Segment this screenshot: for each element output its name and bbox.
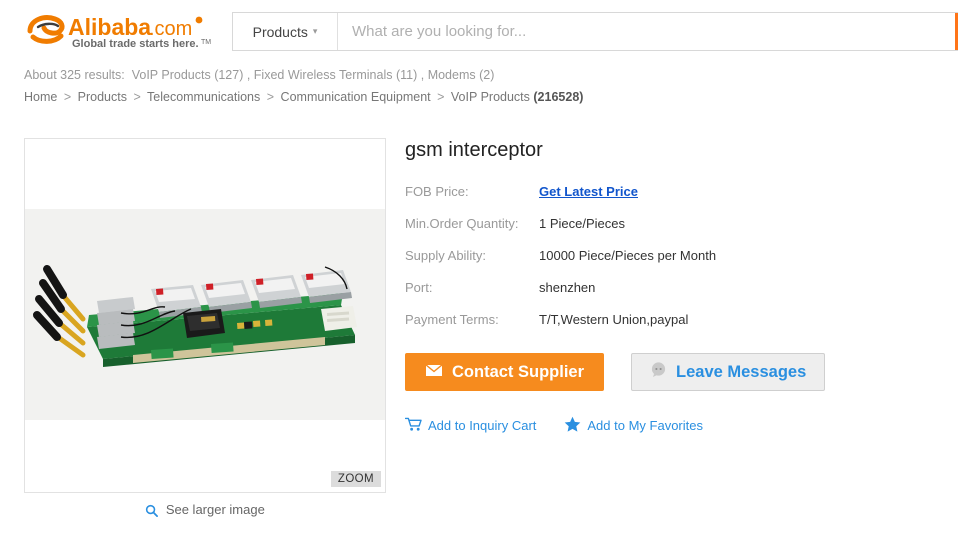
secondary-links: Add to Inquiry Cart Add to My Favorites: [404, 416, 945, 435]
breadcrumb: Home > Products > Telecommunications > C…: [24, 90, 583, 104]
site-header: Alibaba .com Global trade starts here. T…: [0, 0, 958, 62]
envelope-icon: [425, 363, 443, 382]
spec-value: shenzhen: [539, 280, 596, 295]
svg-text:TM: TM: [201, 39, 211, 46]
contact-supplier-button[interactable]: Contact Supplier: [405, 353, 605, 391]
chat-bubble-icon: [650, 361, 667, 383]
zoom-badge[interactable]: ZOOM: [330, 471, 381, 487]
product-image-frame[interactable]: runlon.en.alibaba.com ZOOM: [24, 138, 386, 493]
breadcrumb-item-products[interactable]: Products: [78, 90, 127, 104]
spec-label: Payment Terms:: [405, 312, 499, 327]
category-dropdown[interactable]: Products ▾: [233, 13, 338, 50]
results-category-link-1[interactable]: Fixed Wireless Terminals (11): [254, 68, 417, 82]
add-to-inquiry-cart-link[interactable]: Add to Inquiry Cart: [404, 417, 537, 435]
search-input[interactable]: [338, 13, 955, 50]
leave-messages-button[interactable]: Leave Messages: [631, 353, 826, 391]
product-photo: runlon.en.alibaba.com: [25, 209, 385, 420]
alibaba-logo[interactable]: Alibaba .com Global trade starts here. T…: [24, 11, 224, 51]
spec-label: Min.Order Quantity:: [405, 216, 519, 231]
spec-value: 1 Piece/Pieces: [539, 216, 625, 231]
results-category-link-2[interactable]: Modems (2): [428, 68, 495, 82]
spec-row-min-order-quantity: Min.Order Quantity: 1 Piece/Pieces: [405, 216, 945, 231]
results-prefix: About 325 results:: [24, 68, 125, 82]
breadcrumb-count: (216528): [533, 90, 584, 104]
contact-supplier-label: Contact Supplier: [452, 362, 585, 381]
results-summary: About 325 results: VoIP Products (127) ,…: [24, 68, 494, 82]
see-larger-image-label: See larger image: [165, 502, 265, 517]
breadcrumb-item-communication-equipment[interactable]: Communication Equipment: [281, 90, 431, 104]
add-to-favorites-label: Add to My Favorites: [587, 418, 703, 433]
svg-text:.com: .com: [149, 18, 192, 40]
breadcrumb-separator: >: [63, 90, 72, 104]
breadcrumb-item-telecommunications[interactable]: Telecommunications: [147, 90, 260, 104]
breadcrumb-separator: >: [133, 90, 141, 104]
add-to-favorites-link[interactable]: Add to My Favorites: [564, 416, 703, 435]
cart-icon: [404, 417, 422, 435]
breadcrumb-separator: >: [437, 90, 445, 104]
add-to-inquiry-cart-label: Add to Inquiry Cart: [428, 418, 537, 433]
spec-value: 10000 Piece/Pieces per Month: [539, 248, 717, 263]
breadcrumb-item-home[interactable]: Home: [24, 90, 57, 104]
leave-messages-label: Leave Messages: [676, 362, 807, 381]
breadcrumb-item-voip-products[interactable]: VoIP Products: [451, 90, 530, 104]
chevron-down-icon: ▾: [312, 26, 318, 36]
product-gallery: runlon.en.alibaba.com ZOOM See larger im…: [24, 138, 386, 520]
spec-row-port: Port: shenzhen: [405, 280, 945, 295]
spec-label: FOB Price:: [405, 184, 469, 199]
product-title: gsm interceptor: [405, 139, 543, 161]
see-larger-image-link[interactable]: See larger image: [24, 502, 386, 520]
spec-row-payment-terms: Payment Terms: T/T,Western Union,paypal: [405, 312, 945, 327]
spec-label: Supply Ability:: [405, 248, 486, 263]
search-bar: Products ▾: [232, 12, 958, 51]
svg-text:Global trade starts here.: Global trade starts here.: [72, 38, 199, 50]
spec-row-supply-ability: Supply Ability: 10000 Piece/Pieces per M…: [405, 248, 945, 263]
results-sep-1: ,: [417, 68, 428, 82]
svg-text:Alibaba: Alibaba: [68, 14, 151, 40]
breadcrumb-separator: >: [266, 90, 275, 104]
category-dropdown-label: Products: [252, 23, 308, 40]
magnifier-icon: [145, 504, 159, 520]
spec-row-fob-price: FOB Price: Get Latest Price: [405, 184, 945, 199]
spec-value: T/T,Western Union,paypal: [539, 312, 689, 327]
star-icon: [564, 416, 581, 435]
spec-label: Port:: [405, 280, 433, 295]
results-sep-0: ,: [243, 68, 254, 82]
get-latest-price-link[interactable]: Get Latest Price: [539, 184, 638, 199]
results-category-link-0[interactable]: VoIP Products (127): [132, 68, 244, 82]
product-info: gsm interceptor FOB Price: Get Latest Pr…: [404, 138, 945, 435]
action-buttons: Contact Supplier Leave Messages: [405, 353, 945, 391]
